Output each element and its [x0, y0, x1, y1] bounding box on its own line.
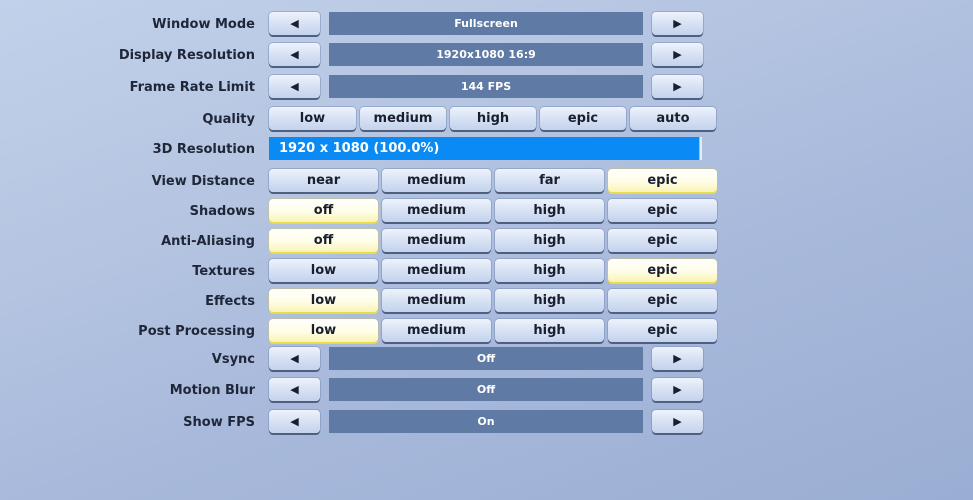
- shadows-option-epic[interactable]: epic: [608, 199, 717, 222]
- effects-option-epic[interactable]: epic: [608, 289, 717, 312]
- vsync-value: Off: [329, 347, 643, 370]
- quality-option-low[interactable]: low: [269, 107, 356, 130]
- post-processing-option-high[interactable]: high: [495, 319, 604, 342]
- post-processing-option-low[interactable]: low: [269, 319, 378, 342]
- shadows-option-high[interactable]: high: [495, 199, 604, 222]
- shadows-row: Shadows off medium high epic: [0, 199, 973, 225]
- show-fps-label: Show FPS: [183, 415, 255, 430]
- anti-aliasing-option-high[interactable]: high: [495, 229, 604, 252]
- window-mode-row: Window Mode ◀ Fullscreen ▶: [0, 12, 973, 38]
- view-distance-option-near[interactable]: near: [269, 169, 378, 192]
- resolution-3d-slider-end: [700, 137, 702, 160]
- motion-blur-label: Motion Blur: [169, 383, 255, 398]
- view-distance-option-medium[interactable]: medium: [382, 169, 491, 192]
- display-resolution-prev-button[interactable]: ◀: [269, 43, 320, 66]
- window-mode-value: Fullscreen: [329, 12, 643, 35]
- shadows-option-medium[interactable]: medium: [382, 199, 491, 222]
- view-distance-row: View Distance near medium far epic: [0, 169, 973, 195]
- shadows-label: Shadows: [189, 204, 255, 219]
- effects-row: Effects low medium high epic: [0, 289, 973, 315]
- frame-rate-limit-value: 144 FPS: [329, 75, 643, 98]
- shadows-option-off[interactable]: off: [269, 199, 378, 222]
- right-arrow-icon: ▶: [673, 80, 682, 93]
- display-resolution-value: 1920x1080 16:9: [329, 43, 643, 66]
- quality-label: Quality: [202, 112, 255, 127]
- right-arrow-icon: ▶: [673, 17, 682, 30]
- post-processing-row: Post Processing low medium high epic: [0, 319, 973, 345]
- effects-label: Effects: [205, 294, 255, 309]
- window-mode-next-button[interactable]: ▶: [652, 12, 703, 35]
- view-distance-label: View Distance: [151, 174, 255, 189]
- textures-row: Textures low medium high epic: [0, 259, 973, 285]
- post-processing-option-epic[interactable]: epic: [608, 319, 717, 342]
- anti-aliasing-option-off[interactable]: off: [269, 229, 378, 252]
- resolution-3d-slider[interactable]: 1920 x 1080 (100.0%): [269, 137, 699, 160]
- right-arrow-icon: ▶: [673, 383, 682, 396]
- resolution-3d-row: 3D Resolution 1920 x 1080 (100.0%): [0, 137, 973, 163]
- vsync-row: Vsync ◀ Off ▶: [0, 347, 973, 373]
- left-arrow-icon: ◀: [290, 383, 299, 396]
- show-fps-prev-button[interactable]: ◀: [269, 410, 320, 433]
- left-arrow-icon: ◀: [290, 80, 299, 93]
- show-fps-row: Show FPS ◀ On ▶: [0, 410, 973, 436]
- frame-rate-limit-label: Frame Rate Limit: [129, 80, 255, 95]
- quality-option-high[interactable]: high: [450, 107, 536, 130]
- display-resolution-row: Display Resolution ◀ 1920x1080 16:9 ▶: [0, 43, 973, 69]
- resolution-3d-label: 3D Resolution: [152, 142, 255, 157]
- motion-blur-next-button[interactable]: ▶: [652, 378, 703, 401]
- window-mode-prev-button[interactable]: ◀: [269, 12, 320, 35]
- vsync-next-button[interactable]: ▶: [652, 347, 703, 370]
- post-processing-label: Post Processing: [138, 324, 255, 339]
- quality-option-auto[interactable]: auto: [630, 107, 716, 130]
- quality-option-medium[interactable]: medium: [360, 107, 446, 130]
- post-processing-option-medium[interactable]: medium: [382, 319, 491, 342]
- vsync-prev-button[interactable]: ◀: [269, 347, 320, 370]
- effects-option-high[interactable]: high: [495, 289, 604, 312]
- right-arrow-icon: ▶: [673, 352, 682, 365]
- window-mode-label: Window Mode: [152, 17, 255, 32]
- right-arrow-icon: ▶: [673, 415, 682, 428]
- left-arrow-icon: ◀: [290, 17, 299, 30]
- textures-option-medium[interactable]: medium: [382, 259, 491, 282]
- left-arrow-icon: ◀: [290, 415, 299, 428]
- motion-blur-row: Motion Blur ◀ Off ▶: [0, 378, 973, 404]
- display-resolution-next-button[interactable]: ▶: [652, 43, 703, 66]
- motion-blur-prev-button[interactable]: ◀: [269, 378, 320, 401]
- view-distance-option-epic[interactable]: epic: [608, 169, 717, 192]
- frame-rate-limit-next-button[interactable]: ▶: [652, 75, 703, 98]
- anti-aliasing-row: Anti-Aliasing off medium high epic: [0, 229, 973, 255]
- quality-row: Quality low medium high epic auto: [0, 107, 973, 133]
- anti-aliasing-option-epic[interactable]: epic: [608, 229, 717, 252]
- left-arrow-icon: ◀: [290, 48, 299, 61]
- textures-label: Textures: [192, 264, 255, 279]
- anti-aliasing-label: Anti-Aliasing: [161, 234, 255, 249]
- display-resolution-label: Display Resolution: [118, 48, 255, 63]
- quality-option-epic[interactable]: epic: [540, 107, 626, 130]
- frame-rate-limit-prev-button[interactable]: ◀: [269, 75, 320, 98]
- textures-option-low[interactable]: low: [269, 259, 378, 282]
- frame-rate-limit-row: Frame Rate Limit ◀ 144 FPS ▶: [0, 75, 973, 101]
- vsync-label: Vsync: [211, 352, 255, 367]
- textures-option-high[interactable]: high: [495, 259, 604, 282]
- show-fps-next-button[interactable]: ▶: [652, 410, 703, 433]
- textures-option-epic[interactable]: epic: [608, 259, 717, 282]
- motion-blur-value: Off: [329, 378, 643, 401]
- right-arrow-icon: ▶: [673, 48, 682, 61]
- show-fps-value: On: [329, 410, 643, 433]
- effects-option-medium[interactable]: medium: [382, 289, 491, 312]
- anti-aliasing-option-medium[interactable]: medium: [382, 229, 491, 252]
- left-arrow-icon: ◀: [290, 352, 299, 365]
- view-distance-option-far[interactable]: far: [495, 169, 604, 192]
- effects-option-low[interactable]: low: [269, 289, 378, 312]
